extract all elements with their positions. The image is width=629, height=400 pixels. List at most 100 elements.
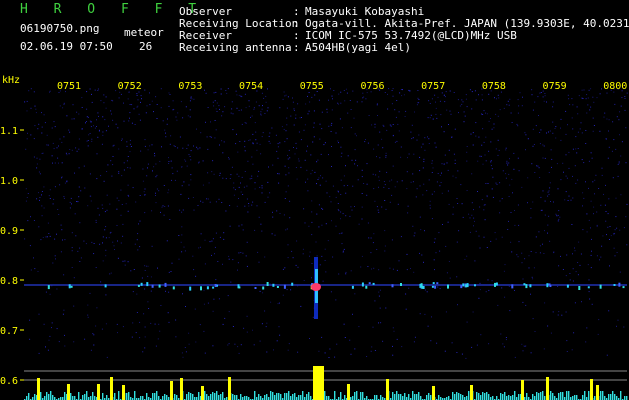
echo-spot xyxy=(361,282,364,287)
y-tick-label: 0.8 xyxy=(0,276,18,287)
level-bar-strong xyxy=(110,377,113,400)
level-bar-weak xyxy=(82,395,84,400)
level-bar-weak xyxy=(208,396,210,400)
level-bar-weak xyxy=(478,393,480,400)
echo-spot xyxy=(436,282,439,285)
level-bar-weak xyxy=(510,396,512,400)
info-label-antenna: Receiving antenna xyxy=(179,41,292,54)
header-panel: H R O F F T 06190750.png 02.06.19 07:50 … xyxy=(0,0,629,72)
level-bar-weak xyxy=(140,396,142,400)
level-bar-strong xyxy=(546,377,549,400)
echo-spot xyxy=(525,284,528,289)
time-tick-label: 0759 xyxy=(543,81,567,92)
brand-title: H R O F F T xyxy=(20,2,206,17)
level-bar-weak xyxy=(264,395,266,400)
echo-spot xyxy=(494,282,496,287)
level-bar-weak xyxy=(560,392,562,400)
time-tick-label: 0755 xyxy=(300,81,324,92)
head-echo-hot xyxy=(311,283,321,291)
level-bar-weak xyxy=(416,394,418,400)
level-bar-weak xyxy=(550,391,552,400)
level-bar-weak xyxy=(486,392,488,400)
echo-spot xyxy=(140,282,143,286)
level-bar-weak xyxy=(186,394,188,400)
time-tick-label: 0754 xyxy=(239,81,263,92)
level-bar-weak xyxy=(64,392,66,400)
time-tick-label: 0757 xyxy=(421,81,445,92)
level-bar-weak xyxy=(408,394,410,400)
level-bar-weak xyxy=(328,396,330,400)
echo-spot xyxy=(523,283,526,286)
y-tick-label: 0.9 xyxy=(0,226,18,237)
level-bar-weak xyxy=(272,392,274,400)
level-bar-weak xyxy=(106,395,108,400)
level-bar-weak xyxy=(334,391,336,400)
echo-spot xyxy=(172,286,175,290)
level-bar-weak xyxy=(218,395,220,400)
level-bar-weak xyxy=(278,393,280,400)
level-bar-strong xyxy=(122,385,125,400)
echo-spot xyxy=(587,286,590,289)
level-bar-weak xyxy=(468,391,470,400)
level-bar-weak xyxy=(562,392,564,400)
echo-spot xyxy=(164,282,167,287)
level-bar-weak xyxy=(552,393,554,400)
level-bar-strong xyxy=(347,384,350,400)
level-bar-weak xyxy=(254,391,256,400)
level-bar-weak xyxy=(308,392,310,400)
level-bar-weak xyxy=(544,396,546,400)
level-bar-weak xyxy=(512,395,514,400)
echo-spot xyxy=(578,286,581,290)
level-bar-weak xyxy=(126,393,128,400)
level-bar-weak xyxy=(414,394,416,400)
level-bar-weak xyxy=(204,391,206,400)
echo-spot xyxy=(529,284,532,288)
level-bar-weak xyxy=(266,394,268,400)
echo-spot xyxy=(460,285,463,289)
meteor-count: 26 xyxy=(139,40,153,53)
level-bar-weak xyxy=(574,395,576,400)
level-bar-strong xyxy=(432,386,435,400)
level-bar-weak xyxy=(86,391,88,400)
level-bar-weak xyxy=(554,396,556,400)
level-bar-weak xyxy=(500,393,502,400)
echo-spot xyxy=(511,284,514,289)
level-bar-weak xyxy=(234,395,236,400)
level-bar-strong xyxy=(386,379,389,400)
level-bar-weak xyxy=(502,394,504,400)
level-bar-weak xyxy=(232,394,234,400)
level-bar-weak xyxy=(176,395,178,400)
level-bar-weak xyxy=(290,396,292,400)
level-bar-weak xyxy=(102,393,104,400)
level-bar-weak xyxy=(220,394,222,400)
y-tick-label: 0.7 xyxy=(0,326,18,337)
time-tick-label: 0758 xyxy=(482,81,506,92)
level-bar-weak xyxy=(294,393,296,400)
level-bar-weak xyxy=(276,393,278,400)
level-bar-weak xyxy=(482,392,484,400)
datetime-label: 02.06.19 07:50 xyxy=(20,40,113,53)
level-bar-weak xyxy=(114,393,116,400)
level-bar-weak xyxy=(484,393,486,400)
level-bar-strong xyxy=(180,378,183,400)
level-bar-weak xyxy=(396,391,398,400)
echo-spot xyxy=(238,286,241,289)
level-bar-strong xyxy=(97,384,100,400)
level-bar-weak xyxy=(620,391,622,400)
echo-spot xyxy=(291,282,294,286)
level-bar-weak xyxy=(78,392,80,400)
level-bar-weak xyxy=(412,391,414,400)
level-bar-weak xyxy=(536,392,538,400)
echo-spot xyxy=(137,284,140,287)
level-bar-weak xyxy=(476,392,478,400)
level-bar-weak xyxy=(284,393,286,400)
level-bar-weak xyxy=(380,395,382,400)
level-bar-weak xyxy=(300,395,302,400)
level-bar-weak xyxy=(398,394,400,400)
level-bar-weak xyxy=(504,392,506,400)
echo-spot xyxy=(351,285,354,289)
level-bar-weak xyxy=(538,393,540,400)
echo-spot xyxy=(47,285,50,290)
level-bar-weak xyxy=(532,394,534,400)
meteor-label: meteor xyxy=(124,26,164,39)
